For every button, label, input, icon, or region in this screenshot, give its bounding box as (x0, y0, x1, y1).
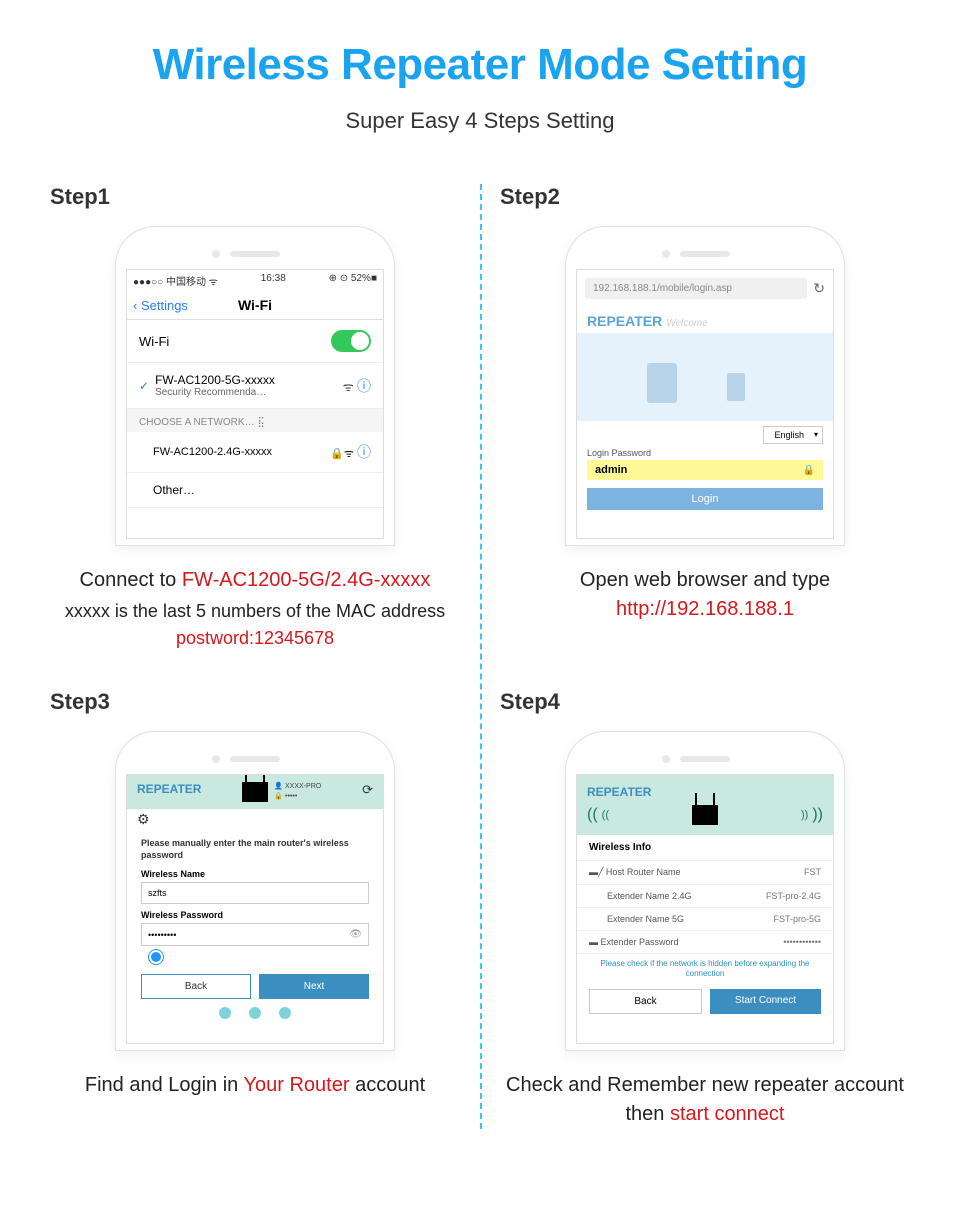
address-bar[interactable]: 192.168.188.1/mobile/login.asp (585, 278, 807, 299)
signal-wave-icon: (( (602, 809, 609, 821)
phone-earpiece (680, 756, 730, 762)
next-button[interactable]: Next (259, 974, 369, 999)
step1-heading: Step1 (50, 184, 460, 210)
phone-earpiece (230, 756, 280, 762)
page-subtitle: Super Easy 4 Steps Setting (30, 108, 930, 134)
step4-screen: REPEATER (( (( )) )) Wireless Info ▬╱ Ho… (576, 774, 834, 1044)
gear-icon[interactable]: ⚙ (137, 811, 150, 827)
phone-mock-step3: REPEATER 👤 XXXX-PRO 🔒 ••••• ⟳ ⚙ Please (115, 731, 395, 1051)
signal-wave-icon: )) (812, 806, 823, 824)
step4-caption: Check and Remember new repeater account … (500, 1071, 910, 1129)
status-carrier: ●●●○○ 中国移动 ᯤ (133, 273, 218, 288)
back-button[interactable]: Back (141, 974, 251, 999)
status-battery: ⊕ ⊙ 52%■ (329, 273, 377, 288)
password-input[interactable]: admin 🔒 (587, 460, 823, 480)
step4-cell: Step4 REPEATER (( (( )) )) Wireles (480, 689, 930, 1129)
wireless-name-input[interactable]: szfts (141, 882, 369, 904)
wireless-pw-input[interactable]: ••••••••• 👁 (141, 923, 369, 946)
network-note: Please check if the network is hidden be… (577, 954, 833, 985)
step1-cell: Step1 ●●●○○ 中国移动 ᯤ 16:38 ⊕ ⊙ 52%■ ‹ Sett… (30, 184, 480, 649)
cred-user: 👤 XXXX-PRO (274, 782, 321, 792)
progress-dot (279, 1007, 291, 1019)
wifi-alt-row[interactable]: FW-AC1200-2.4G-xxxxx 🔒ᯤ ⓘ (127, 432, 383, 473)
cred-pw: 🔒 ••••• (274, 792, 321, 802)
wifi-connected-row[interactable]: ✓ FW-AC1200-5G-xxxxx Security Recommenda… (127, 363, 383, 409)
extender-24g-row: Extender Name 2.4GFST-pro-2.4G (577, 885, 833, 908)
router-icon (692, 805, 718, 825)
progress-dot (219, 1007, 231, 1019)
reload-icon[interactable]: ↻ (813, 280, 825, 297)
step2-heading: Step2 (500, 184, 910, 210)
step1-subcaption: xxxxx is the last 5 numbers of the MAC a… (50, 601, 460, 622)
step4-heading: Step4 (500, 689, 910, 715)
lock-icon: 🔒 (803, 465, 815, 476)
login-button[interactable]: Login (587, 488, 823, 510)
wireless-name-label: Wireless Name (141, 869, 369, 879)
phone-mock-step1: ●●●○○ 中国移动 ᯤ 16:38 ⊕ ⊙ 52%■ ‹ Settings W… (115, 226, 395, 546)
step1-caption: Connect to FW-AC1200-5G/2.4G-xxxxx (50, 566, 460, 595)
signal-wave-icon: (( (587, 806, 598, 824)
ssid-alt: FW-AC1200-2.4G-xxxxx (139, 446, 272, 458)
status-time: 16:38 (261, 273, 286, 288)
repeater-title: REPEATER (137, 782, 201, 796)
nav-title: Wi-Fi (238, 297, 272, 313)
router-icon (242, 782, 268, 802)
welcome-illustration (577, 333, 833, 421)
phone-mock-step2: 192.168.188.1/mobile/login.asp ↻ REPEATE… (565, 226, 845, 546)
wifi-other-row[interactable]: Other… (127, 473, 383, 508)
page-title: Wireless Repeater Mode Setting (30, 40, 930, 90)
form-hint: Please manually enter the main router's … (141, 838, 369, 861)
ssid-main-sub: Security Recommenda… (155, 387, 275, 398)
nav-back-button[interactable]: ‹ Settings (133, 298, 188, 313)
phone-earpiece (680, 251, 730, 257)
step2-cell: Step2 192.168.188.1/mobile/login.asp ↻ R… (480, 184, 930, 649)
wifi-signal-icon: ᯤ ⓘ (343, 376, 371, 396)
language-select[interactable]: English (763, 426, 823, 444)
repeater-title: REPEATER (587, 785, 651, 799)
wireless-info-header: Wireless Info (577, 835, 833, 861)
start-connect-button[interactable]: Start Connect (710, 989, 821, 1014)
phone-mock-step4: REPEATER (( (( )) )) Wireless Info ▬╱ Ho… (565, 731, 845, 1051)
choose-network-header: CHOOSE A NETWORK… ⣯ (127, 409, 383, 432)
host-router-row: ▬╱ Host Router NameFST (577, 861, 833, 885)
ssid-main: FW-AC1200-5G-xxxxx (155, 373, 275, 387)
extender-5g-row: Extender Name 5GFST-pro-5G (577, 908, 833, 931)
extender-pw-row: ▬ Extender Password•••••••••••• (577, 931, 833, 954)
step2-caption: Open web browser and type http://192.168… (500, 566, 910, 624)
wifi-toggle[interactable] (331, 330, 371, 352)
step1-screen: ●●●○○ 中国移动 ᯤ 16:38 ⊕ ⊙ 52%■ ‹ Settings W… (126, 269, 384, 539)
step1-password: postword:12345678 (50, 628, 460, 649)
check-icon: ✓ (139, 379, 149, 393)
column-divider (480, 184, 482, 1129)
back-button[interactable]: Back (589, 989, 702, 1014)
step3-cell: Step3 REPEATER 👤 XXXX-PRO 🔒 ••••• ⟳ (30, 689, 480, 1129)
progress-dot (249, 1007, 261, 1019)
wifi-lock-icon: 🔒ᯤ ⓘ (330, 442, 371, 462)
slider-thumb[interactable] (149, 950, 163, 964)
repeater-brand: REPEATERWelcome (577, 307, 833, 329)
login-password-label: Login Password (587, 448, 833, 458)
step2-screen: 192.168.188.1/mobile/login.asp ↻ REPEATE… (576, 269, 834, 539)
signal-wave-icon: )) (801, 809, 808, 821)
step3-screen: REPEATER 👤 XXXX-PRO 🔒 ••••• ⟳ ⚙ Please (126, 774, 384, 1044)
wifi-toggle-label: Wi-Fi (139, 334, 169, 349)
step3-caption: Find and Login in Your Router account (50, 1071, 460, 1100)
eye-icon[interactable]: 👁 (349, 929, 362, 940)
wireless-pw-label: Wireless Password (141, 910, 369, 920)
refresh-icon[interactable]: ⟳ (362, 782, 373, 798)
step3-heading: Step3 (50, 689, 460, 715)
phone-earpiece (230, 251, 280, 257)
